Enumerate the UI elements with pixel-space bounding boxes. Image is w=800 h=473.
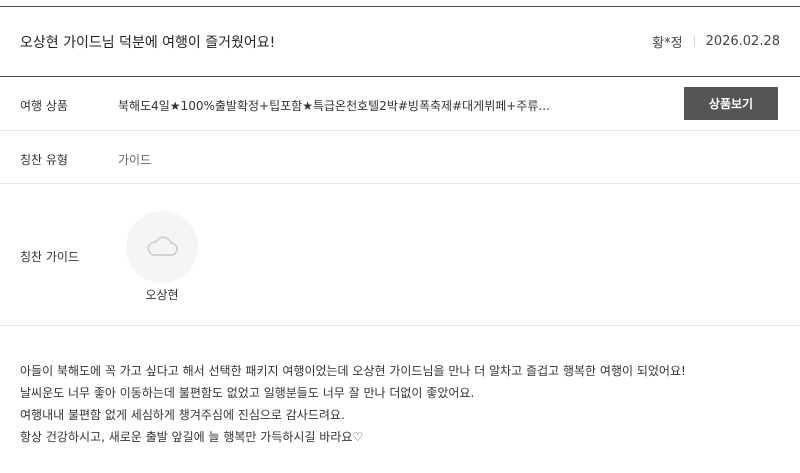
- review-title: 오상현 가이드님 덕분에 여행이 즐거웠어요!: [20, 35, 276, 51]
- review-body: 아들이 북해도에 꼭 가고 싶다고 해서 선택한 패키지 여행이었는데 오상현 …: [20, 360, 686, 448]
- review-author: 황*정: [652, 36, 683, 51]
- guide-name: 오상현: [145, 288, 179, 302]
- guide-row: 칭찬 가이드: [0, 184, 800, 325]
- review-date: 2026.02.28: [705, 34, 780, 49]
- view-product-button[interactable]: 상품보기: [684, 87, 778, 120]
- review-line: 여행내내 불편함 없게 세심하게 챙겨주심에 진심으로 감사드려요.: [20, 408, 345, 422]
- product-name: 북해도4일★100%출발확정+팁포함★특급온천호텔2박#빙폭축제#대게뷔페+주류…: [118, 99, 550, 113]
- product-row: 여행 상품 북해도4일★100%출발확정+팁포함★특급온천호텔2박#빙폭축제#대…: [0, 77, 800, 130]
- guide-divider: [0, 325, 800, 326]
- review-line: 아들이 북해도에 꼭 가고 싶다고 해서 선택한 패키지 여행이었는데 오상현 …: [20, 364, 686, 378]
- review-detail: 오상현 가이드님 덕분에 여행이 즐거웠어요! 황*정 2026.02.28 여…: [0, 0, 800, 473]
- product-label: 여행 상품: [20, 99, 68, 113]
- review-line: 날씨운도 너무 좋아 이동하는데 불편함도 없었고 일행분들도 너무 잘 만나 …: [20, 386, 475, 400]
- cloud-placeholder-icon: [147, 236, 178, 256]
- praise-type-value: 가이드: [118, 153, 152, 167]
- guide-label: 칭찬 가이드: [20, 250, 80, 264]
- praise-type-label: 칭찬 유형: [20, 153, 68, 167]
- meta-separator: [693, 36, 695, 47]
- review-line: 항상 건강하시고, 새로운 출발 앞길에 늘 행복만 가득하시길 바라요♡: [20, 430, 364, 444]
- praise-type-row: 칭찬 유형 가이드: [0, 131, 800, 183]
- review-header: 오상현 가이드님 덕분에 여행이 즐거웠어요! 황*정 2026.02.28: [0, 7, 800, 75]
- review-meta: 황*정 2026.02.28: [652, 32, 780, 51]
- guide-avatar: [126, 211, 198, 283]
